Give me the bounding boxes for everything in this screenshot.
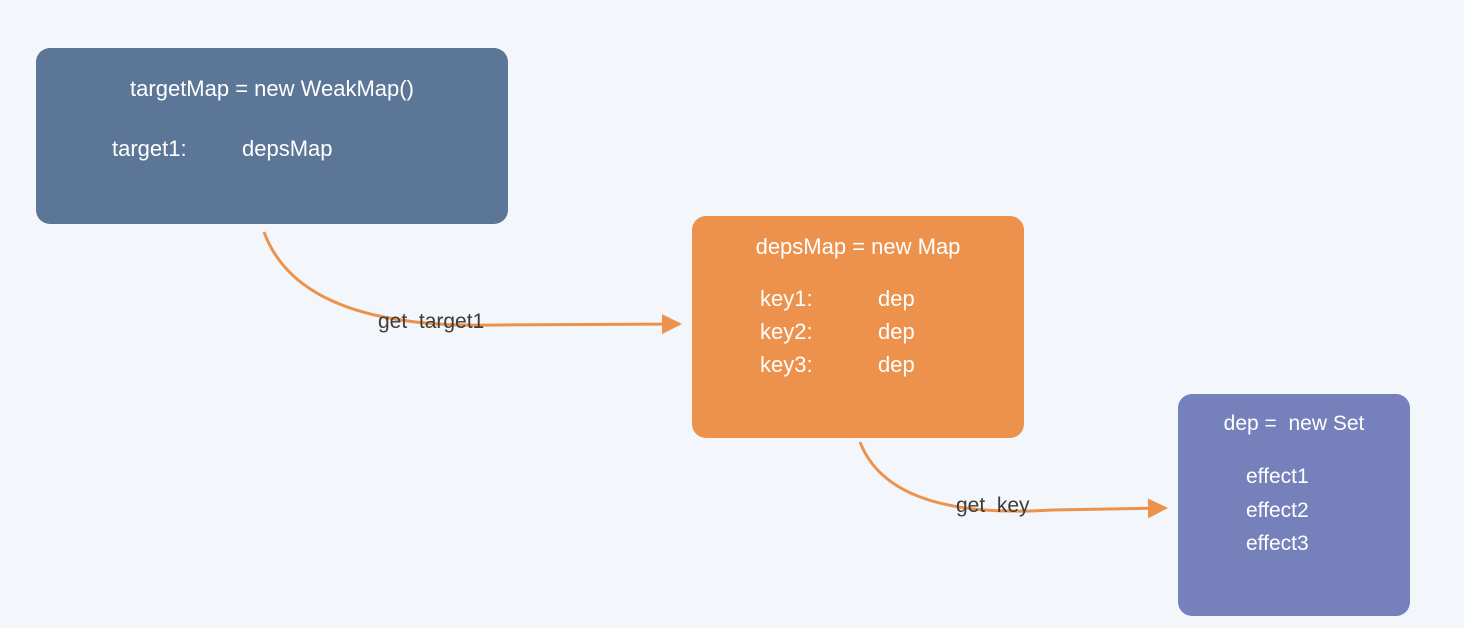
- row-val: depsMap: [242, 132, 333, 165]
- row-key: target1:: [112, 132, 242, 165]
- node-depsmap-row: key2: dep: [760, 315, 1024, 348]
- row-key: effect1: [1246, 460, 1309, 494]
- row-key: key1:: [760, 282, 878, 315]
- node-dep: dep = new Set effect1 effect2 effect3: [1178, 394, 1410, 616]
- node-dep-row: effect2: [1246, 494, 1410, 528]
- row-val: dep: [878, 348, 915, 381]
- edge-label-get-key: get key: [956, 494, 1030, 518]
- node-dep-title: dep = new Set: [1178, 412, 1410, 436]
- node-depsmap-rows: key1: dep key2: dep key3: dep: [692, 282, 1024, 381]
- node-depsmap-row: key3: dep: [760, 348, 1024, 381]
- node-depsmap: depsMap = new Map key1: dep key2: dep ke…: [692, 216, 1024, 438]
- row-key: effect3: [1246, 527, 1309, 561]
- node-depsmap-title: depsMap = new Map: [692, 234, 1024, 260]
- row-key: key2:: [760, 315, 878, 348]
- node-dep-row: effect1: [1246, 460, 1410, 494]
- row-val: dep: [878, 282, 915, 315]
- node-targetmap: targetMap = new WeakMap() target1: depsM…: [36, 48, 508, 224]
- node-depsmap-row: key1: dep: [760, 282, 1024, 315]
- node-dep-row: effect3: [1246, 527, 1410, 561]
- row-val: dep: [878, 315, 915, 348]
- node-targetmap-row: target1: depsMap: [112, 132, 508, 165]
- node-targetmap-rows: target1: depsMap: [36, 132, 508, 165]
- edge-label-get-target1: get target1: [378, 310, 484, 334]
- node-dep-rows: effect1 effect2 effect3: [1178, 460, 1410, 561]
- node-targetmap-title: targetMap = new WeakMap(): [36, 76, 508, 102]
- row-key: effect2: [1246, 494, 1309, 528]
- row-key: key3:: [760, 348, 878, 381]
